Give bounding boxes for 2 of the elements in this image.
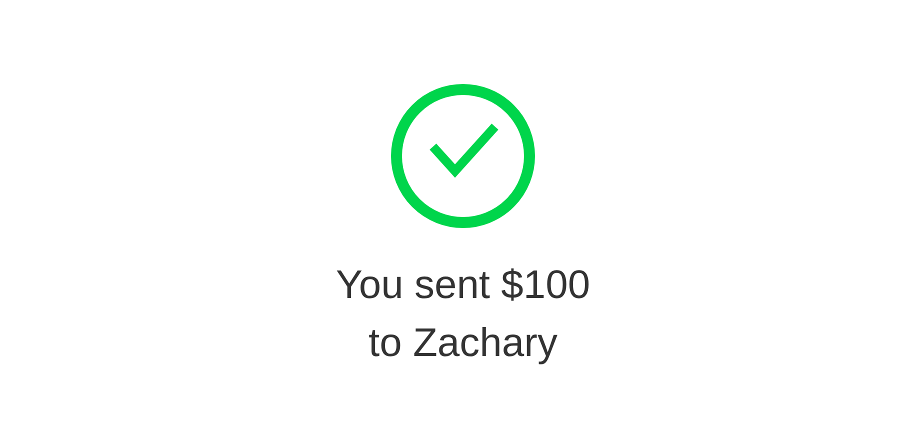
confirmation-message: You sent $100 to Zachary xyxy=(334,262,592,367)
checkmark-circle-icon xyxy=(391,84,535,228)
